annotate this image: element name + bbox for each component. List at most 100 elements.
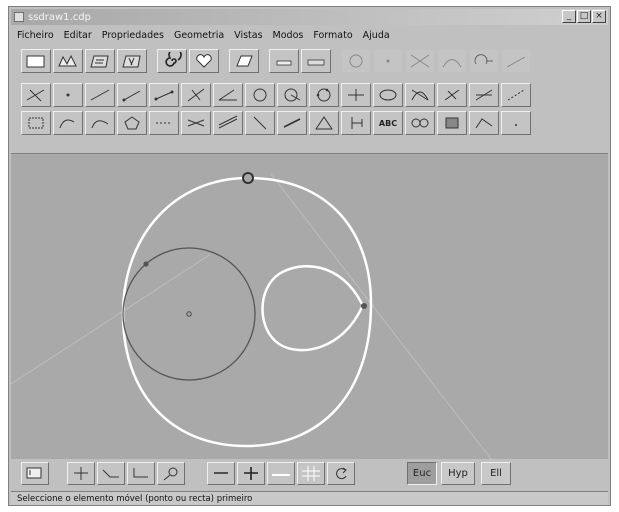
cardioid-curve[interactable] — [121, 176, 373, 448]
arc-icon — [59, 119, 75, 129]
arc3-button[interactable] — [85, 111, 115, 135]
reflect-button[interactable] — [437, 83, 467, 107]
parallel-icon — [187, 119, 205, 127]
title-bar[interactable]: ssdraw1.cdp _ □ × — [11, 9, 608, 25]
midpoint-button[interactable] — [53, 83, 83, 107]
curve-tool-button[interactable] — [437, 49, 467, 73]
drawing-canvas[interactable] — [11, 153, 608, 459]
circle-button[interactable] — [245, 83, 275, 107]
cursor-select-button[interactable] — [21, 462, 49, 485]
mode-euclidean-button[interactable]: Euc — [407, 462, 437, 485]
circle-3pt-button[interactable] — [309, 83, 339, 107]
menu-formato[interactable]: Formato — [308, 30, 357, 41]
circle-center-point[interactable] — [186, 311, 192, 317]
transform-button[interactable] — [341, 111, 371, 135]
cusp-point[interactable] — [361, 303, 367, 309]
save-as-icon — [122, 55, 141, 68]
mode-hyperbolic-button[interactable]: Hyp — [441, 462, 475, 485]
triangle-button[interactable] — [309, 111, 339, 135]
horizontal-rule-button[interactable] — [207, 462, 235, 485]
minimize-button[interactable]: _ — [562, 10, 576, 23]
circle-tool-icon — [349, 54, 363, 68]
arc-button[interactable] — [53, 111, 83, 135]
rubber-button[interactable] — [301, 49, 331, 73]
arc-tool-button[interactable] — [469, 49, 499, 73]
fill-button[interactable] — [437, 111, 467, 135]
midpoint-icon — [66, 93, 70, 97]
save-as-button[interactable] — [117, 49, 147, 73]
maximize-button[interactable]: □ — [577, 10, 591, 23]
small-point-button[interactable] — [501, 111, 531, 135]
parallel-button[interactable] — [181, 111, 211, 135]
menu-vistas[interactable]: Vistas — [229, 30, 267, 41]
save-file-icon — [90, 55, 109, 68]
zoom-button[interactable] — [157, 462, 185, 485]
function-button[interactable] — [469, 111, 499, 135]
circle-radius-button[interactable] — [277, 83, 307, 107]
polygon-button[interactable] — [21, 111, 51, 135]
vector-icon — [283, 118, 301, 128]
grid-button[interactable] — [297, 462, 325, 485]
stretch-button[interactable] — [97, 462, 125, 485]
segment-button[interactable] — [149, 83, 179, 107]
menu-modos[interactable]: Modos — [268, 30, 309, 41]
point-button[interactable] — [21, 83, 51, 107]
circle-point[interactable] — [143, 261, 149, 267]
ruler-button[interactable] — [267, 462, 295, 485]
save-button[interactable] — [85, 49, 115, 73]
menu-geometria[interactable]: Geometria — [169, 30, 229, 41]
rotate-icon — [475, 89, 493, 101]
eraser-icon — [276, 60, 292, 66]
arc-tool-icon — [474, 54, 493, 65]
vector-button[interactable] — [277, 111, 307, 135]
tangent-lines-icon — [410, 54, 430, 68]
new-button[interactable] — [21, 49, 51, 73]
text-button[interactable]: ABC — [373, 111, 403, 135]
menu-ajuda[interactable]: Ajuda — [358, 30, 395, 41]
scale-button[interactable] — [127, 462, 155, 485]
menu-propriedades[interactable]: Propriedades — [97, 30, 169, 41]
rotate-button[interactable] — [469, 83, 499, 107]
close-button[interactable]: × — [592, 10, 606, 23]
translate-button[interactable] — [501, 83, 531, 107]
ellipse-button[interactable] — [373, 83, 403, 107]
heart-button[interactable] — [189, 49, 219, 73]
tangent-lines-button[interactable] — [405, 49, 435, 73]
status-bar: Seleccione o elemento móvel (ponto ou re… — [11, 491, 608, 505]
cross-button[interactable] — [237, 462, 265, 485]
spiral-button[interactable] — [157, 49, 187, 73]
heart-icon — [196, 54, 212, 68]
menu-ficheiro[interactable]: Ficheiro — [11, 30, 59, 41]
mode-elliptic-button[interactable]: Ell — [481, 462, 511, 485]
move-button[interactable] — [67, 462, 95, 485]
bisector-button[interactable] — [149, 111, 179, 135]
rotate-view-button[interactable] — [327, 462, 355, 485]
print-button[interactable] — [229, 49, 259, 73]
angle-button[interactable] — [213, 83, 243, 107]
ellipse-icon — [379, 89, 397, 101]
intersection-button[interactable] — [341, 83, 371, 107]
circle-tool-button[interactable] — [341, 49, 371, 73]
line-button[interactable] — [85, 83, 115, 107]
menu-editar[interactable]: Editar — [59, 30, 97, 41]
inner-loop-curve[interactable] — [261, 264, 364, 352]
slant-line-button[interactable] — [501, 49, 531, 73]
pentagon-button[interactable] — [117, 111, 147, 135]
perpendicular-button[interactable] — [181, 83, 211, 107]
toolbar-construct — [21, 83, 533, 107]
cross-icon — [244, 467, 258, 480]
menu-bar: Ficheiro Editar Propriedades Geometria V… — [11, 27, 608, 43]
tangent-button[interactable] — [213, 111, 243, 135]
locus-button[interactable] — [405, 83, 435, 107]
dot-tool-button[interactable] — [373, 49, 403, 73]
link-button[interactable] — [405, 111, 435, 135]
link-icon — [411, 118, 429, 128]
angle-bisector-button[interactable] — [245, 111, 275, 135]
stretch-icon — [102, 469, 119, 478]
open-button[interactable] — [53, 49, 83, 73]
small-point-icon — [515, 124, 517, 126]
point-icon — [26, 89, 45, 102]
selected-point[interactable] — [242, 172, 254, 184]
eraser-button[interactable] — [269, 49, 299, 73]
ray-button[interactable] — [117, 83, 147, 107]
